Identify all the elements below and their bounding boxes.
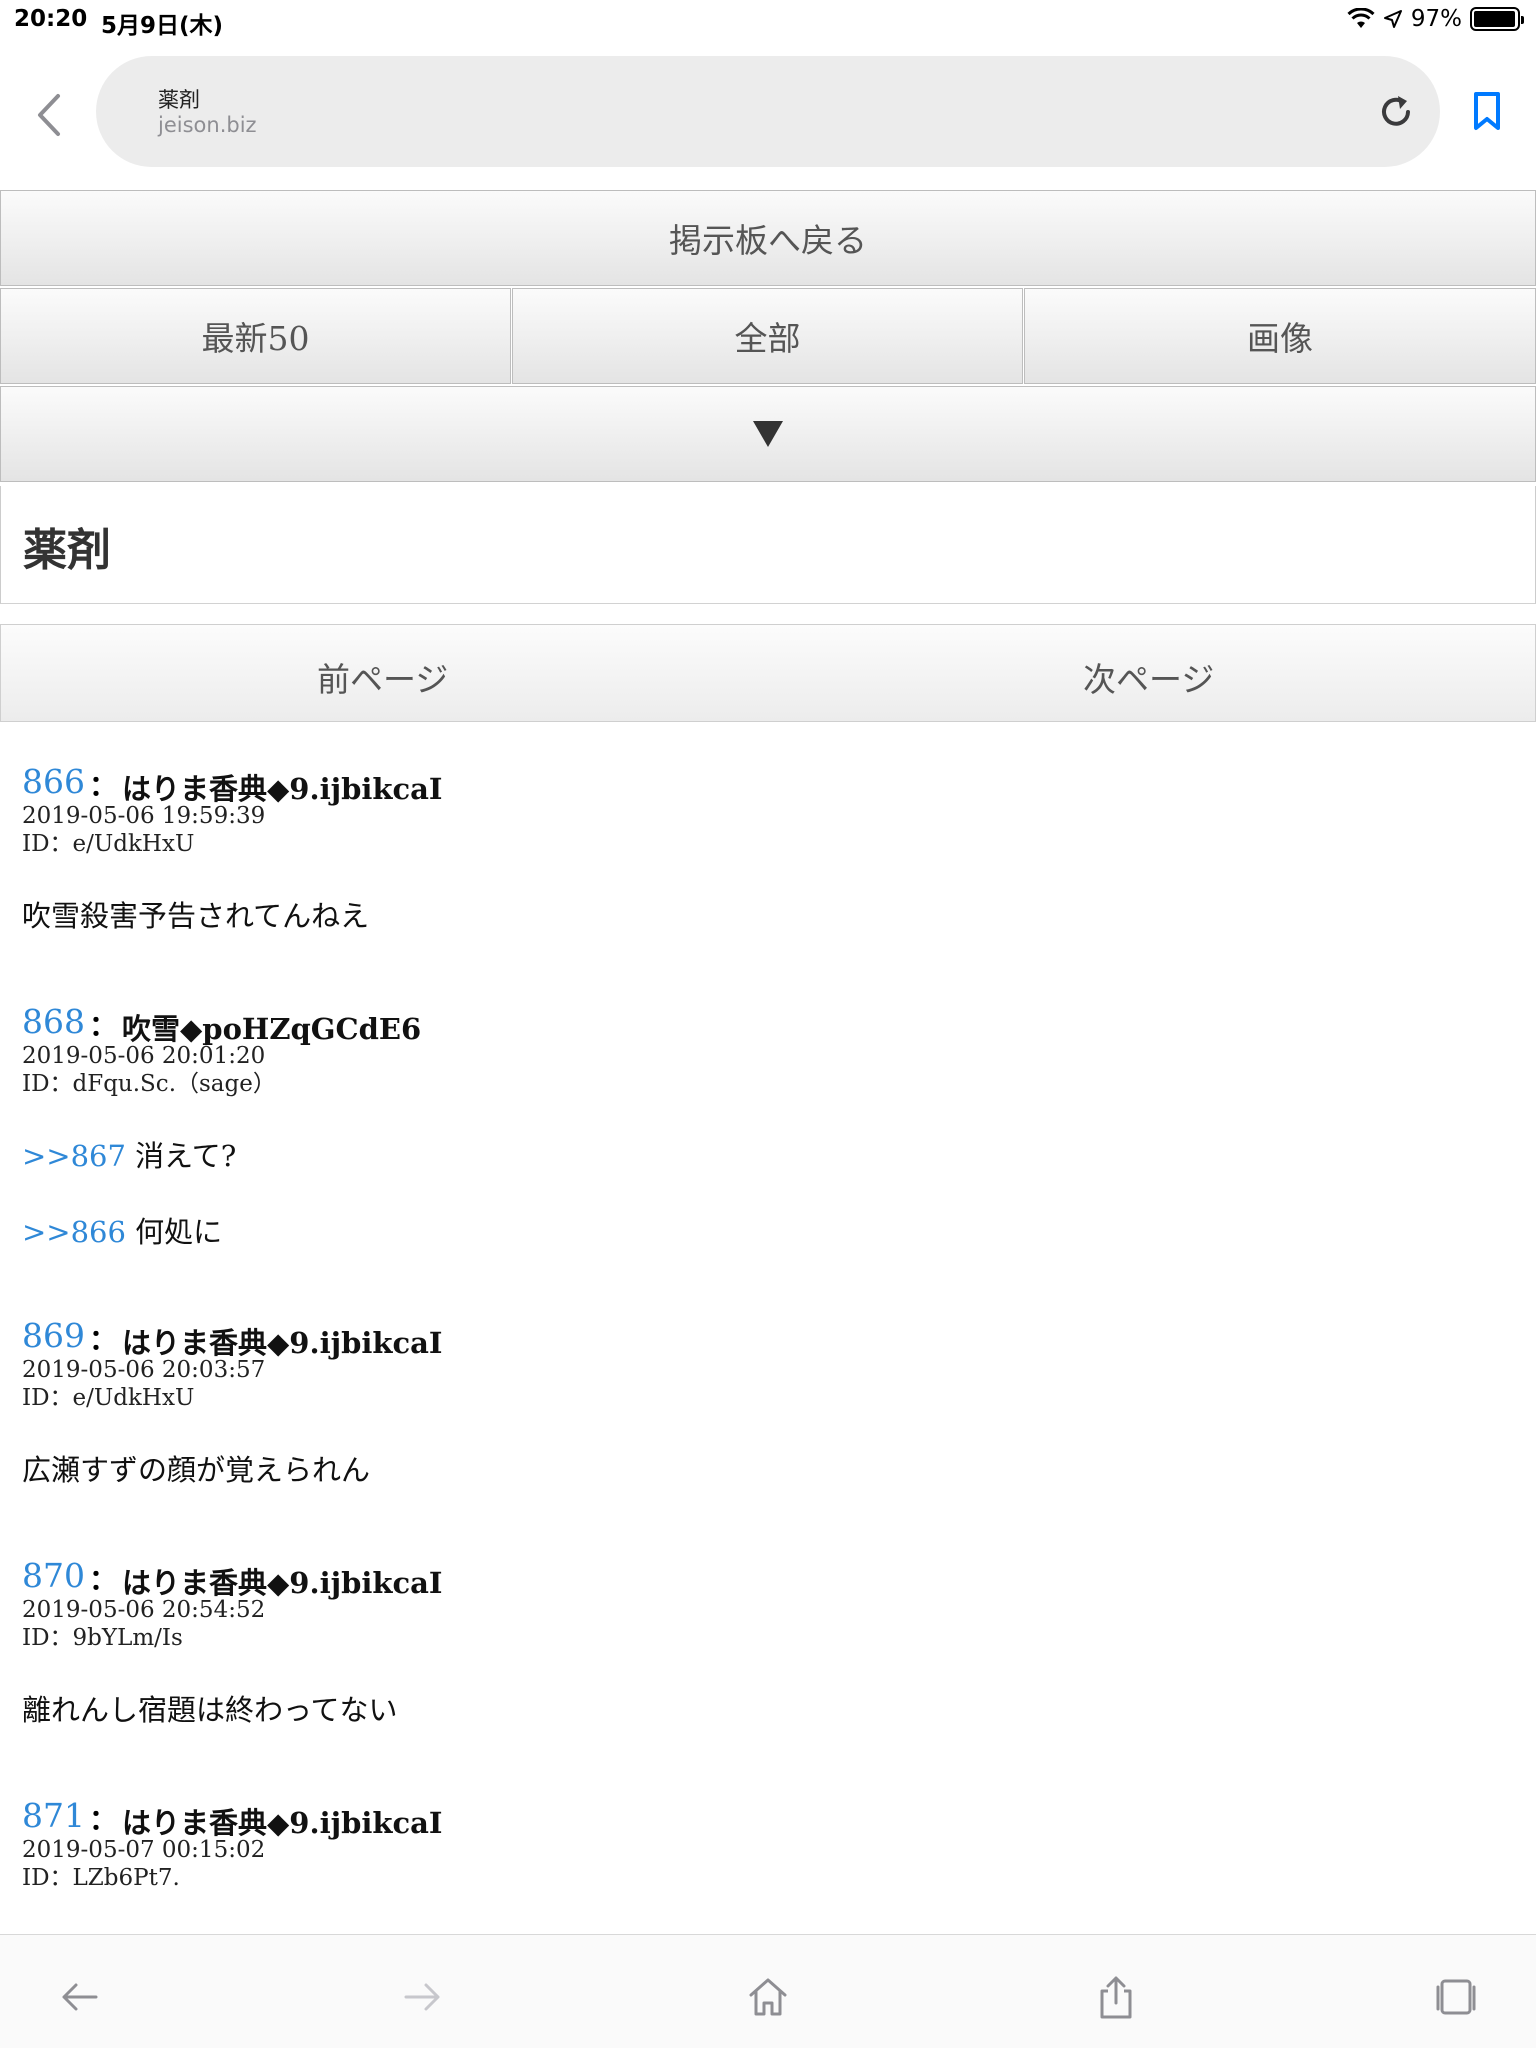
post-id: ID：e/UdkHxU xyxy=(22,831,195,857)
expand-menu-button[interactable] xyxy=(0,386,1536,482)
images-label: 画像 xyxy=(1247,319,1313,358)
post-text: 消えて? xyxy=(125,1139,237,1173)
post: 869 ： はりま香典◆9.ijbikcaI 2019-05-06 20:03:… xyxy=(22,1316,1502,1490)
pager: 前ページ 次ページ xyxy=(0,624,1536,722)
post-number-link[interactable]: 866 xyxy=(22,762,85,801)
reply-anchor-link[interactable]: >>866 xyxy=(22,1215,126,1249)
battery-percent: 97% xyxy=(1410,6,1462,32)
post-text: 何処に xyxy=(125,1215,223,1249)
forward-arrow-icon[interactable] xyxy=(400,1975,444,2019)
tabs-icon[interactable] xyxy=(1434,1975,1478,2019)
post-number-link[interactable]: 871 xyxy=(22,1796,85,1835)
post-colon: ： xyxy=(89,769,118,802)
post-colon: ： xyxy=(89,1009,118,1042)
location-arrow-icon xyxy=(1383,10,1402,28)
home-icon[interactable] xyxy=(746,1975,790,2019)
post: 871 ： はりま香典◆9.ijbikcaI 2019-05-07 00:15:… xyxy=(22,1796,1502,1892)
url-page-title: 薬剤 xyxy=(158,88,200,112)
safari-toolbar xyxy=(0,1934,1536,2048)
back-arrow-icon[interactable] xyxy=(58,1975,102,2019)
post-body: 離れんし宿題は終わってない xyxy=(22,1690,1502,1730)
post-text: 吹雪殺害予告されてんねえ xyxy=(22,899,370,933)
post-colon: ： xyxy=(89,1323,118,1356)
url-field[interactable]: 薬剤 jeison.biz xyxy=(96,56,1440,167)
wifi-icon xyxy=(1347,8,1375,28)
triangle-down-icon xyxy=(753,421,783,447)
thread-title-box: 薬剤 xyxy=(0,486,1536,604)
post-id: ID：LZb6Pt7. xyxy=(22,1865,180,1891)
all-posts-label: 全部 xyxy=(734,319,801,358)
status-date: 5月9日(木) xyxy=(101,13,224,39)
back-to-board-label: 掲示板へ戻る xyxy=(669,221,867,260)
all-posts-button[interactable]: 全部 xyxy=(512,288,1023,384)
images-button[interactable]: 画像 xyxy=(1024,288,1536,384)
share-icon[interactable] xyxy=(1094,1975,1138,2019)
back-to-board-button[interactable]: 掲示板へ戻る xyxy=(0,190,1536,286)
post-id: ID：dFqu.Sc.（sage） xyxy=(22,1071,276,1097)
url-domain: jeison.biz xyxy=(158,113,257,137)
post-author: はりま香典◆9.ijbikcaI xyxy=(122,1806,443,1840)
post-number-link[interactable]: 868 xyxy=(22,1002,85,1041)
latest-50-label: 最新50 xyxy=(201,319,310,358)
post: 870 ： はりま香典◆9.ijbikcaI 2019-05-06 20:54:… xyxy=(22,1556,1502,1730)
thread-title: 薬剤 xyxy=(23,525,111,576)
post-number-link[interactable]: 870 xyxy=(22,1556,85,1595)
next-page-link[interactable]: 次ページ xyxy=(1083,653,1214,701)
status-indicators: 97% xyxy=(1347,6,1524,32)
post-author: はりま香典◆9.ijbikcaI xyxy=(122,772,443,806)
post-text: 離れんし宿題は終わってない xyxy=(22,1693,398,1727)
bookmark-icon[interactable] xyxy=(1470,90,1504,132)
post-author: はりま香典◆9.ijbikcaI xyxy=(122,1326,443,1360)
post-id: ID：9bYLm/Is xyxy=(22,1625,183,1651)
battery-icon xyxy=(1470,7,1524,31)
latest-50-button[interactable]: 最新50 xyxy=(0,288,511,384)
post-id: ID：e/UdkHxU xyxy=(22,1385,195,1411)
post-author: 吹雪◆poHZqGCdE6 xyxy=(122,1012,422,1046)
post-number-link[interactable]: 869 xyxy=(22,1316,85,1355)
post-body: 吹雪殺害予告されてんねえ xyxy=(22,896,1502,936)
post-text: 広瀬すずの顔が覚えられん xyxy=(22,1453,371,1487)
post: 868 ： 吹雪◆poHZqGCdE6 2019-05-06 20:01:20 … xyxy=(22,1002,1502,1252)
post-colon: ： xyxy=(89,1563,118,1596)
browser-back-chevron-icon[interactable] xyxy=(30,90,70,140)
browser-address-bar: 薬剤 jeison.biz xyxy=(0,40,1536,190)
status-bar: 20:20 5月9日(木) 97% xyxy=(0,0,1536,40)
post-body: 広瀬すずの顔が覚えられん xyxy=(22,1450,1502,1490)
post: 866 ： はりま香典◆9.ijbikcaI 2019-05-06 19:59:… xyxy=(22,762,1502,936)
post-colon: ： xyxy=(89,1803,118,1836)
prev-page-link[interactable]: 前ページ xyxy=(317,653,448,701)
battery-level xyxy=(1474,11,1515,27)
post-body: >>867 消えて? >>866 何処に xyxy=(22,1136,1502,1252)
reload-icon[interactable] xyxy=(1376,92,1416,132)
status-time: 20:20 xyxy=(14,6,88,32)
post-author: はりま香典◆9.ijbikcaI xyxy=(122,1566,443,1600)
reply-anchor-link[interactable]: >>867 xyxy=(22,1139,126,1173)
